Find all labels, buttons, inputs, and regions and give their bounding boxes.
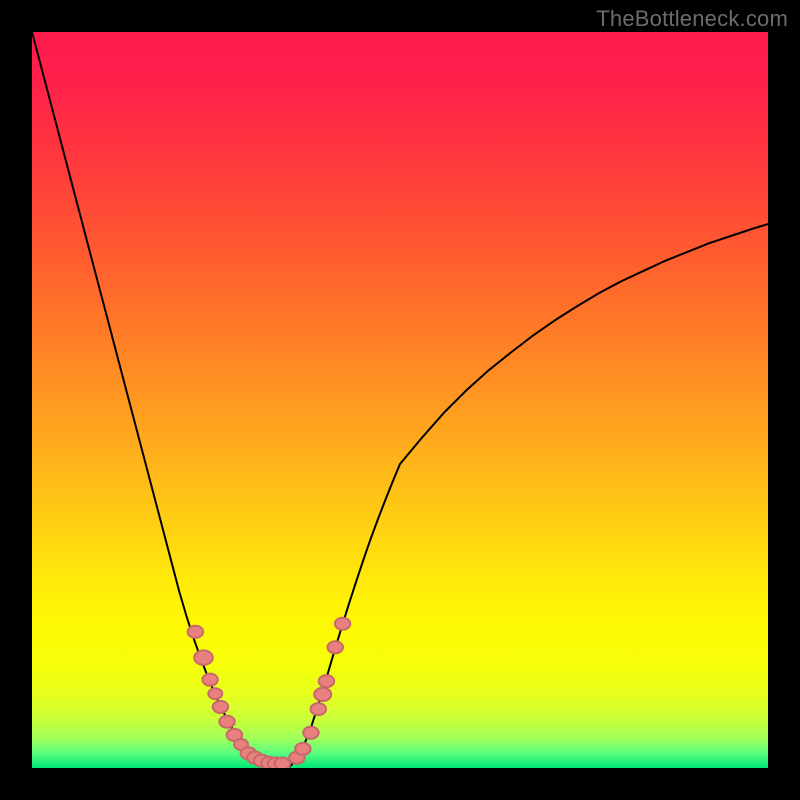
marker-left-2 bbox=[202, 674, 217, 686]
marker-left-4 bbox=[213, 701, 228, 713]
marker-left-3 bbox=[208, 688, 222, 699]
marker-left-0 bbox=[188, 626, 203, 638]
marker-left-5 bbox=[219, 716, 234, 728]
marker-right-4 bbox=[314, 688, 331, 701]
marker-left-13 bbox=[275, 758, 290, 768]
marker-left-1 bbox=[194, 650, 213, 664]
chart-svg bbox=[32, 32, 768, 768]
chart-frame: TheBottleneck.com bbox=[0, 0, 800, 800]
plot-area bbox=[32, 32, 768, 768]
marker-right-3 bbox=[311, 703, 326, 715]
marker-right-2 bbox=[303, 727, 318, 739]
plot-background bbox=[32, 32, 768, 768]
marker-right-5 bbox=[319, 675, 334, 687]
watermark-text: TheBottleneck.com bbox=[596, 6, 788, 32]
marker-right-1 bbox=[295, 743, 310, 755]
marker-right-6 bbox=[328, 641, 343, 653]
marker-right-7 bbox=[335, 618, 350, 630]
